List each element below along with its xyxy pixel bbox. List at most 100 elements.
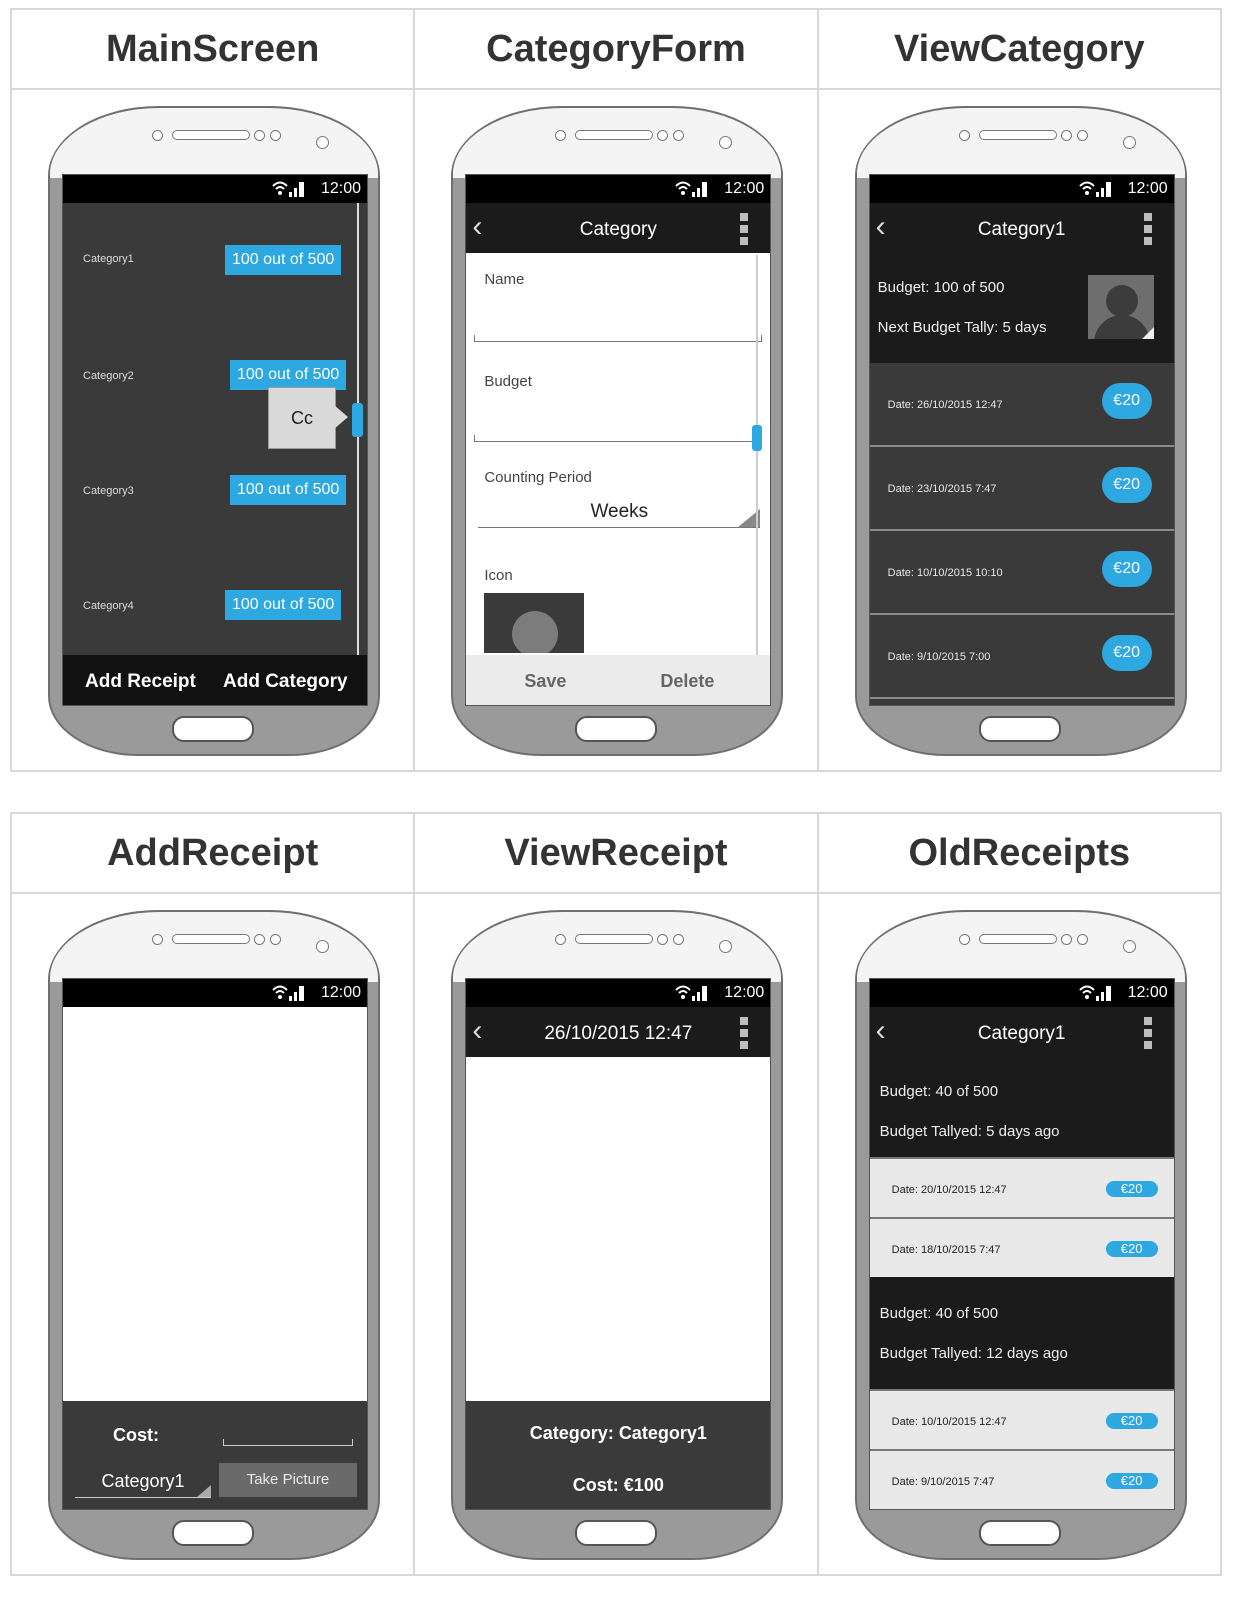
status-time: 12:00 bbox=[320, 984, 361, 1001]
category-label: Category4 bbox=[83, 600, 134, 612]
receipt-category: Category: Category1 bbox=[529, 1423, 707, 1443]
home-button[interactable] bbox=[575, 1520, 658, 1546]
overflow-menu-icon[interactable] bbox=[1143, 213, 1152, 245]
app-bar: ‹ 26/10/2015 12:47 bbox=[466, 1007, 771, 1057]
tally-group-header: Budget: 40 of 500 Budget Tallyed: 12 day… bbox=[869, 1277, 1174, 1389]
list-item[interactable]: Date: 20/10/2015 12:47 €20 bbox=[869, 1157, 1174, 1217]
group-tallied: Budget Tallyed: 5 days ago bbox=[879, 1123, 1060, 1140]
amount-badge: €20 bbox=[1105, 1181, 1158, 1197]
amount-badge: €20 bbox=[1101, 551, 1152, 587]
home-button[interactable] bbox=[978, 716, 1061, 742]
budget-field[interactable] bbox=[474, 435, 763, 442]
group-tallied: Budget Tallyed: 12 days ago bbox=[879, 1345, 1068, 1362]
list-item[interactable]: Date: 18/10/2015 7:47 €20 bbox=[869, 1217, 1174, 1277]
header-addreceipt: AddReceipt bbox=[107, 832, 319, 874]
scrollbar-track[interactable] bbox=[756, 255, 759, 655]
scrollbar-thumb[interactable] bbox=[752, 425, 763, 451]
screen: 12:00 ‹ Category1 Budget: 40 of 500 Budg… bbox=[868, 978, 1175, 1510]
signal-icon bbox=[675, 985, 708, 1001]
status-time: 12:00 bbox=[1127, 984, 1168, 1001]
list-item[interactable]: Date: 26/10/2015 12:47 €20 bbox=[869, 363, 1174, 447]
take-picture-button[interactable]: Take Picture bbox=[219, 1463, 357, 1497]
overflow-menu-icon[interactable] bbox=[1143, 1017, 1152, 1049]
signal-icon bbox=[1078, 181, 1111, 197]
category-label: Category1 bbox=[83, 253, 134, 265]
home-button[interactable] bbox=[172, 716, 254, 742]
receipt-date: Date: 18/10/2015 7:47 bbox=[891, 1244, 1001, 1256]
list-item[interactable]: Date: 9/10/2015 7:47 €20 bbox=[869, 1449, 1174, 1509]
category-icon bbox=[1087, 275, 1154, 339]
save-button[interactable]: Save bbox=[524, 671, 566, 692]
next-tally-text: Next Budget Tally: 5 days bbox=[877, 319, 1047, 336]
amount-badge: €20 bbox=[1105, 1473, 1158, 1489]
budget-text: Budget: 100 of 500 bbox=[877, 279, 1005, 296]
page-title: Category1 bbox=[977, 219, 1066, 240]
add-category-button[interactable]: Add Category bbox=[223, 671, 348, 693]
receipt-cost: Cost: €100 bbox=[572, 1475, 664, 1495]
phone-oldreceipts: 12:00 ‹ Category1 Budget: 40 of 500 Budg… bbox=[854, 910, 1187, 1560]
signal-icon bbox=[272, 181, 304, 197]
app-bar: ‹ Category1 bbox=[869, 1007, 1174, 1057]
home-button[interactable] bbox=[978, 1520, 1061, 1546]
header-categoryform: CategoryForm bbox=[486, 28, 746, 70]
signal-icon bbox=[675, 181, 708, 197]
home-button[interactable] bbox=[575, 716, 658, 742]
receipt-image bbox=[466, 1057, 771, 1401]
delete-button[interactable]: Delete bbox=[660, 671, 714, 692]
category-summary: Budget: 100 of 500 Next Budget Tally: 5 … bbox=[869, 253, 1174, 363]
receipt-date: Date: 26/10/2015 12:47 bbox=[887, 399, 1003, 411]
phone-addreceipt: 12:00 Cost: Category1 Take Picture bbox=[48, 910, 380, 1560]
list-item[interactable]: Category3 100 out of 500 bbox=[63, 433, 357, 550]
overflow-menu-icon[interactable] bbox=[740, 1017, 749, 1049]
name-label: Name bbox=[484, 271, 525, 288]
page-title: Category1 bbox=[977, 1023, 1066, 1044]
list-item[interactable]: Category1 100 out of 500 bbox=[63, 203, 357, 320]
icon-picker[interactable] bbox=[484, 593, 585, 653]
page-title: Category bbox=[579, 219, 657, 240]
home-button[interactable] bbox=[172, 1520, 254, 1546]
status-bar: 12:00 bbox=[466, 175, 771, 203]
list-item[interactable]: Date: 23/10/2015 7:47 €20 bbox=[869, 447, 1174, 531]
list-item[interactable]: Date: 10/10/2015 12:47 €20 bbox=[869, 1389, 1174, 1449]
list-item[interactable]: Date: 10/10/2015 10:10 €20 bbox=[869, 531, 1174, 615]
counting-period-select[interactable]: Weeks bbox=[478, 501, 761, 528]
list-item[interactable]: Category4 100 out of 500 bbox=[63, 548, 357, 663]
screen: 12:00 ‹ 26/10/2015 12:47 Category: Categ… bbox=[465, 978, 772, 1510]
avatar-placeholder-icon bbox=[512, 611, 559, 653]
amount-badge: €20 bbox=[1101, 635, 1152, 671]
receipt-date: Date: 23/10/2015 7:47 bbox=[887, 483, 997, 495]
camera-preview[interactable] bbox=[63, 1007, 367, 1401]
header-viewreceipt: ViewReceipt bbox=[504, 832, 728, 874]
receipt-details: Category: Category1 Cost: €100 bbox=[466, 1401, 771, 1509]
budget-badge: 100 out of 500 bbox=[230, 360, 347, 390]
group-budget: Budget: 40 of 500 bbox=[879, 1305, 999, 1322]
counting-period-value: Weeks bbox=[590, 501, 649, 522]
category-select[interactable]: Category1 bbox=[75, 1465, 211, 1498]
dropdown-corner-icon bbox=[197, 1485, 211, 1497]
screen: 12:00 ‹ Category Name Budget Counting Pe… bbox=[465, 174, 772, 706]
group-budget: Budget: 40 of 500 bbox=[879, 1083, 999, 1100]
status-bar: 12:00 bbox=[63, 979, 367, 1007]
counting-period-label: Counting Period bbox=[484, 469, 592, 486]
app-bar: ‹ Category bbox=[466, 203, 771, 253]
phone-categoryform: 12:00 ‹ Category Name Budget Counting Pe… bbox=[451, 106, 784, 756]
budget-label: Budget bbox=[484, 373, 532, 390]
mockup-grid-bottom: AddReceipt ViewReceipt OldReceipts 12:00… bbox=[9, 812, 1223, 1576]
header-oldreceipts: OldReceipts bbox=[908, 832, 1131, 874]
amount-badge: €20 bbox=[1101, 467, 1152, 503]
overflow-menu-icon[interactable] bbox=[740, 213, 749, 245]
amount-badge: €20 bbox=[1105, 1413, 1158, 1429]
name-field[interactable] bbox=[474, 335, 763, 342]
phone-mainscreen: 12:00 Category1 100 out of 500 Category2… bbox=[48, 106, 380, 756]
status-time: 12:00 bbox=[724, 984, 765, 1001]
receipt-date: Date: 10/10/2015 12:47 bbox=[891, 1416, 1007, 1428]
list-item[interactable]: Date: 9/10/2015 7:00 €20 bbox=[869, 615, 1174, 699]
page-title: 26/10/2015 12:47 bbox=[544, 1023, 693, 1044]
status-bar: 12:00 bbox=[63, 175, 367, 203]
icon-label: Icon bbox=[484, 567, 513, 584]
cost-input[interactable] bbox=[223, 1439, 353, 1446]
scrollbar-thumb[interactable] bbox=[352, 403, 363, 437]
status-bar: 12:00 bbox=[869, 979, 1174, 1007]
add-receipt-button[interactable]: Add Receipt bbox=[85, 671, 196, 693]
category-select-value: Category1 bbox=[101, 1471, 185, 1491]
